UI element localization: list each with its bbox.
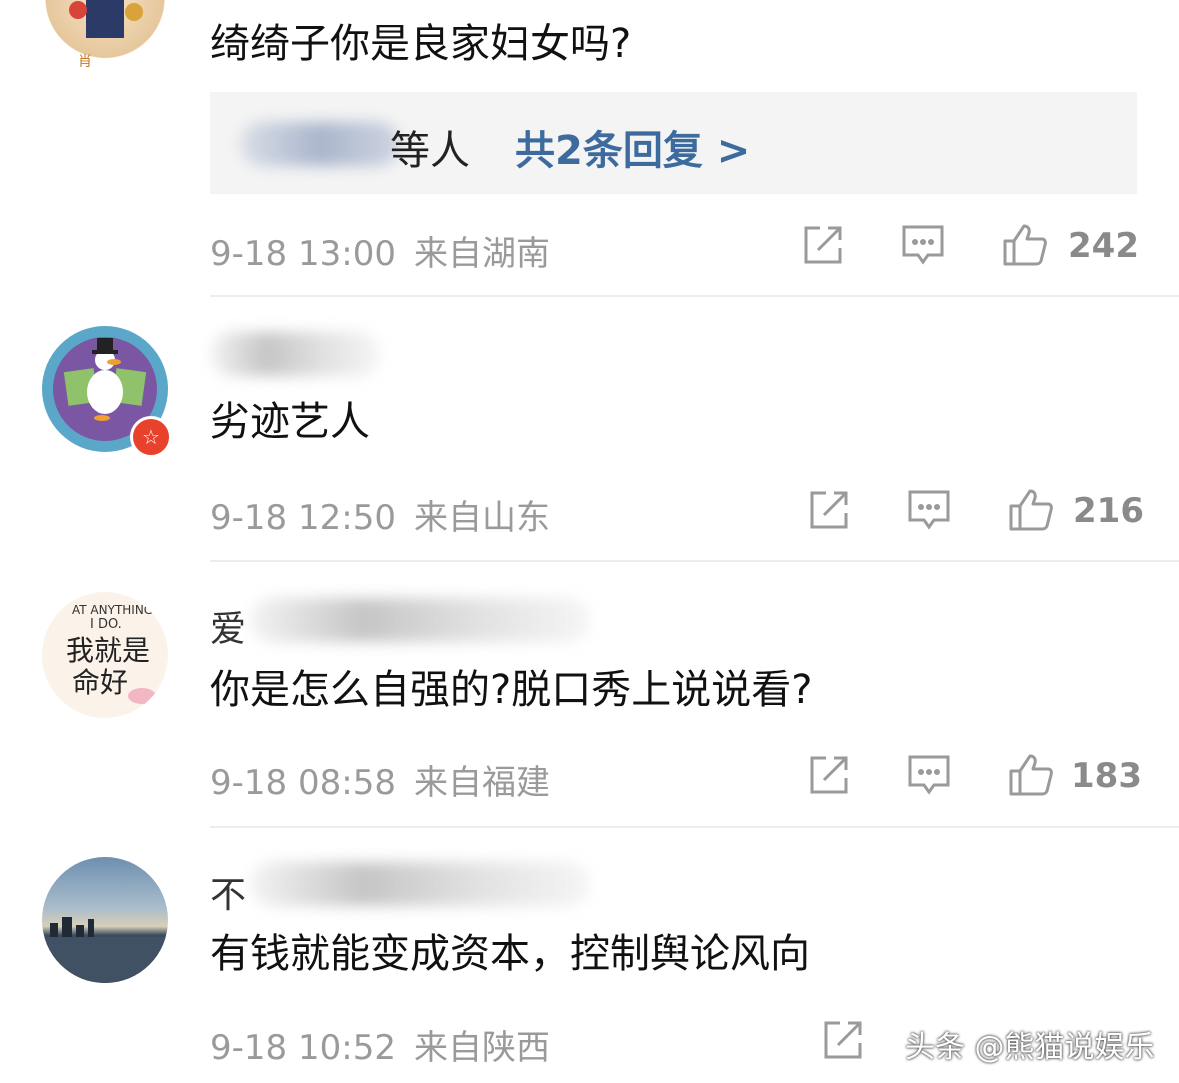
location: 来自山东 (413, 498, 550, 538)
divider (210, 295, 1179, 297)
username-visible-char: 爱 (210, 609, 247, 650)
avatar3-line-4: 命好 (72, 666, 128, 699)
svg-text:肖: 肖 (78, 54, 92, 70)
avatar[interactable]: AT ANYTHING I DO. 我就是 命好 (42, 592, 168, 718)
comment-icon[interactable] (900, 222, 946, 268)
verified-badge: ☆ (130, 416, 172, 458)
comment-icon[interactable] (906, 752, 952, 798)
star-icon: ☆ (142, 425, 160, 449)
like-icon[interactable] (1002, 222, 1048, 268)
like-count: 242 (1068, 226, 1139, 266)
repost-icon[interactable] (800, 222, 846, 268)
username-blurred[interactable] (250, 598, 590, 642)
divider (210, 826, 1179, 828)
view-replies-link[interactable]: 共2条回复 > (515, 118, 750, 176)
repost-icon[interactable] (806, 487, 852, 533)
divider (210, 560, 1179, 562)
comment-meta: 9-18 13:00 来自湖南 (210, 226, 550, 275)
comment-meta: 9-18 12:50 来自山东 (210, 490, 550, 539)
comment-text: 有钱就能变成资本，控制舆论风向 (210, 931, 810, 977)
comment-icon[interactable] (906, 487, 952, 533)
timestamp: 9-18 12:50 (210, 498, 396, 538)
like-icon[interactable] (1008, 487, 1054, 533)
reply-usernames-blurred (240, 122, 400, 166)
comment-text: 你是怎么自强的?脱口秀上说说看? (210, 667, 813, 713)
reply-names-suffix: 等人 (390, 128, 470, 174)
avatar[interactable] (42, 857, 168, 983)
comment-meta: 9-18 08:58 来自福建 (210, 755, 550, 804)
comment-text: 绮绮子你是良家妇女吗? (210, 21, 632, 67)
comment-meta: 9-18 10:52 来自陕西 (210, 1020, 550, 1069)
reply-preview[interactable]: 等人 共2条回复 > (210, 92, 1137, 194)
avatar3-line-3: 我就是 (66, 634, 150, 667)
location: 来自陕西 (413, 1028, 550, 1068)
location: 来自福建 (413, 763, 550, 803)
username-blurred[interactable] (210, 332, 380, 376)
location: 来自湖南 (413, 234, 550, 274)
timestamp: 9-18 13:00 (210, 234, 396, 274)
watermark: 头条 @熊猫说娱乐 (905, 1030, 1155, 1065)
timestamp: 9-18 08:58 (210, 763, 396, 803)
avatar3-line-2: I DO. (90, 617, 122, 632)
avatar[interactable]: 肖 (42, 0, 168, 74)
comment-text: 劣迹艺人 (210, 399, 370, 445)
repost-icon[interactable] (820, 1017, 866, 1063)
like-icon[interactable] (1008, 752, 1054, 798)
like-count: 216 (1073, 491, 1144, 531)
like-count: 183 (1071, 756, 1142, 796)
avatar3-line-1: AT ANYTHING (72, 603, 153, 617)
repost-icon[interactable] (806, 752, 852, 798)
timestamp: 9-18 10:52 (210, 1028, 396, 1068)
username-visible-char: 不 (210, 875, 247, 916)
username-blurred[interactable] (250, 862, 590, 906)
